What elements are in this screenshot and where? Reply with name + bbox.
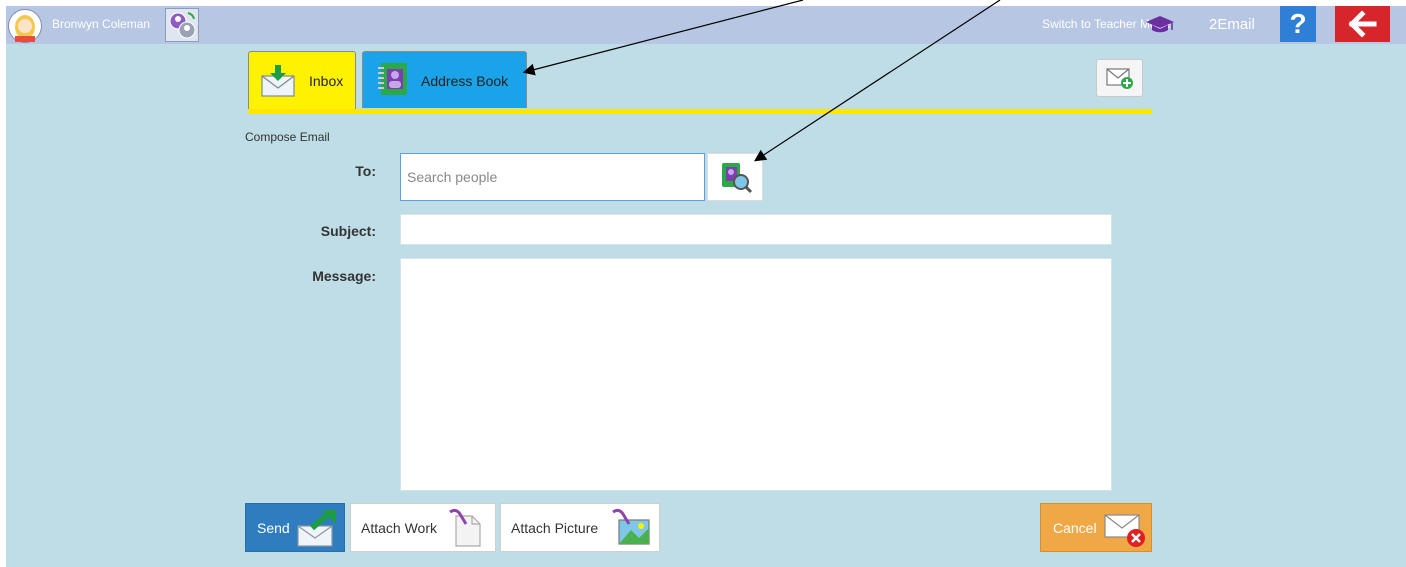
cancel-button-label: Cancel [1053, 520, 1097, 536]
attach-picture-button[interactable]: Attach Picture [500, 503, 660, 552]
tab-inbox-label: Inbox [309, 73, 344, 89]
to-label: To: [355, 163, 376, 179]
cancel-mail-icon [1104, 514, 1145, 547]
app-frame: Bronwyn Coleman Switch to Teacher Mode 2… [6, 6, 1406, 567]
tab-address-book[interactable]: Address Book [362, 51, 527, 108]
back-arrow-icon [1348, 10, 1377, 38]
send-mail-icon [297, 510, 336, 547]
subject-field[interactable] [400, 214, 1112, 245]
new-email-button[interactable] [1096, 59, 1143, 97]
inbox-download-icon [261, 65, 295, 97]
attach-picture-label: Attach Picture [511, 520, 599, 536]
attach-work-label: Attach Work [361, 520, 437, 536]
attach-work-button[interactable]: Attach Work [350, 503, 496, 552]
avatar-face-icon [10, 11, 40, 42]
address-book-icon [378, 63, 407, 95]
tab-underline [248, 109, 1152, 114]
attach-work-icon [449, 508, 481, 547]
send-button[interactable]: Send [245, 503, 345, 552]
message-textarea[interactable] [400, 258, 1112, 491]
subject-label: Subject: [320, 223, 376, 239]
top-bar: Bronwyn Coleman Switch to Teacher Mode 2… [6, 6, 1406, 44]
message-label: Message: [312, 268, 376, 284]
tab-address-book-label: Address Book [421, 73, 509, 89]
address-book-search-icon [722, 163, 753, 194]
new-email-icon [1106, 68, 1133, 89]
to-search-input[interactable] [400, 153, 705, 201]
app-name: 2Email [1209, 16, 1255, 33]
send-button-label: Send [257, 520, 290, 536]
help-button[interactable]: ? [1280, 6, 1316, 42]
switch-user-button[interactable] [165, 8, 199, 42]
address-book-search-button[interactable] [707, 153, 763, 201]
attach-picture-icon [612, 508, 650, 545]
compose-email-title: Compose Email [245, 130, 330, 144]
user-avatar[interactable] [8, 9, 42, 43]
back-button[interactable] [1335, 6, 1390, 42]
graduation-cap-icon[interactable] [1145, 14, 1175, 34]
cancel-button[interactable]: Cancel [1040, 503, 1152, 552]
user-name: Bronwyn Coleman [52, 17, 151, 31]
tab-inbox[interactable]: Inbox [248, 51, 356, 111]
switch-user-icon [169, 12, 196, 39]
